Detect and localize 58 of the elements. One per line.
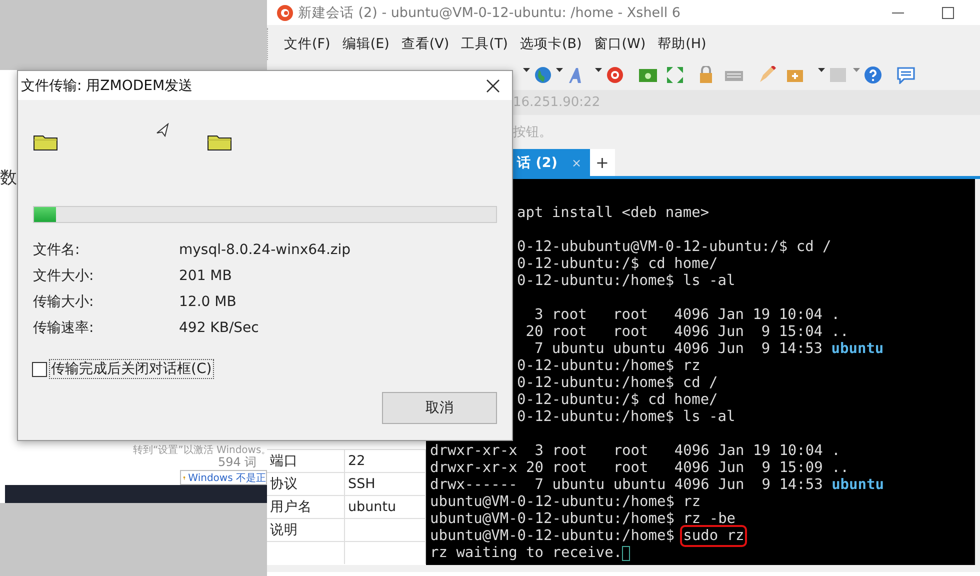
cancel-button[interactable]: 取消: [382, 392, 497, 424]
field-value: 492 KB/Sec: [179, 318, 260, 338]
field-label: 文件大小:: [33, 266, 95, 286]
property-name: 用户名: [267, 496, 345, 518]
terminal-line: 0-12-ububuntu@VM-0-12-ubuntu:/$ cd /: [517, 239, 832, 255]
terminal-line: 0-12-ubuntu:/home$ rz: [517, 358, 700, 374]
terminal-line: drwxr-xr-x 20 root root 4096 Jun 9 15:09 ..: [430, 460, 850, 476]
chat-icon[interactable]: [896, 66, 916, 84]
field-value: 12.0 MB: [179, 292, 238, 312]
terminal-line: ubuntu@VM-0-12-ubuntu:/home$ rz: [430, 494, 701, 510]
terminal-line: 0-12-ubuntu:/home$ ls -al: [517, 273, 736, 289]
menu-item[interactable]: 选项卡(B): [520, 35, 582, 53]
field-label: 文件名:: [33, 240, 81, 260]
maximize-icon[interactable]: [942, 6, 954, 18]
lock-icon[interactable]: [698, 66, 714, 84]
session-tab[interactable]: 话 (2) ×: [513, 149, 590, 176]
terminal-line: 0-12-ubuntu:/$ cd home/: [517, 392, 718, 408]
paper-plane-icon: [156, 123, 170, 137]
property-name: 端口: [267, 450, 345, 472]
menu-item[interactable]: 帮助(H): [658, 35, 706, 53]
field-label: 传输速率:: [33, 318, 95, 338]
terminal-line: 7 ubuntu ubuntu 4096 Jun 9 14:53 ubuntu: [533, 341, 884, 357]
notification-bubble[interactable]: Windows 不是正: [180, 470, 267, 485]
globe-icon[interactable]: [534, 66, 552, 84]
window-title: 新建会话 (2) - ubuntu@VM-0-12-ubuntu: /home - Xshell 6: [298, 4, 680, 22]
session-tab[interactable]: +: [590, 149, 615, 176]
terminal-line: 0-12-ubuntu:/home$ cd /: [517, 375, 718, 391]
field-value: mysql-8.0.24-winx64.zip: [179, 240, 352, 260]
terminal-line: apt install <deb name>: [517, 205, 710, 221]
help-icon[interactable]: [864, 66, 882, 84]
terminal-line: 0-12-ubuntu:/home$ ls -al: [517, 409, 736, 425]
notification-text: Windows 不是正: [188, 472, 266, 484]
terminal-line: drwx------ 7 ubuntu ubuntu 4096 Jun 9 14:53 ubuntu: [430, 477, 884, 493]
terminal-line: ubuntu@VM-0-12-ubuntu:/home$ rz -be: [430, 511, 736, 527]
document-text: 数: [0, 167, 17, 189]
word-count: 594 词: [218, 455, 257, 469]
expand-icon[interactable]: [666, 66, 684, 84]
menu-item[interactable]: 文件(F): [284, 35, 330, 53]
terminal-line: ubuntu@VM-0-12-ubuntu:/home$ sudo rz: [430, 528, 744, 544]
property-name: 协议: [267, 473, 345, 495]
terminal-line: 0-12-ubuntu:/$ cd home/: [517, 256, 718, 272]
terminal-line: 3 root root 4096 Jan 19 10:04 .: [533, 307, 840, 323]
checkbox[interactable]: [32, 362, 47, 376]
terminal-line: drwxr-xr-x 3 root root 4096 Jan 19 10:04 .: [430, 443, 840, 459]
field-value: 201 MB: [179, 266, 233, 286]
checkbox-label[interactable]: 传输完成后关闭对话框(C): [50, 360, 213, 378]
dialog-title: 文件传输: 用ZMODEM发送: [21, 76, 193, 94]
menu-item[interactable]: 查看(V): [401, 35, 450, 53]
pen-icon[interactable]: [758, 66, 776, 84]
property-name: 说明: [267, 519, 345, 541]
hint-text: 按钮。: [513, 124, 552, 141]
menu-item[interactable]: 窗口(W): [594, 35, 646, 53]
terminal-line: rz waiting to receive.: [430, 545, 622, 561]
menu-item[interactable]: 工具(T): [461, 35, 508, 53]
terminal-line: 20 root root 4096 Jun 9 15:04 ..: [524, 324, 849, 340]
menu-item[interactable]: 编辑(E): [342, 35, 390, 53]
close-icon[interactable]: [486, 78, 500, 92]
field-label: 传输大小:: [33, 292, 95, 312]
